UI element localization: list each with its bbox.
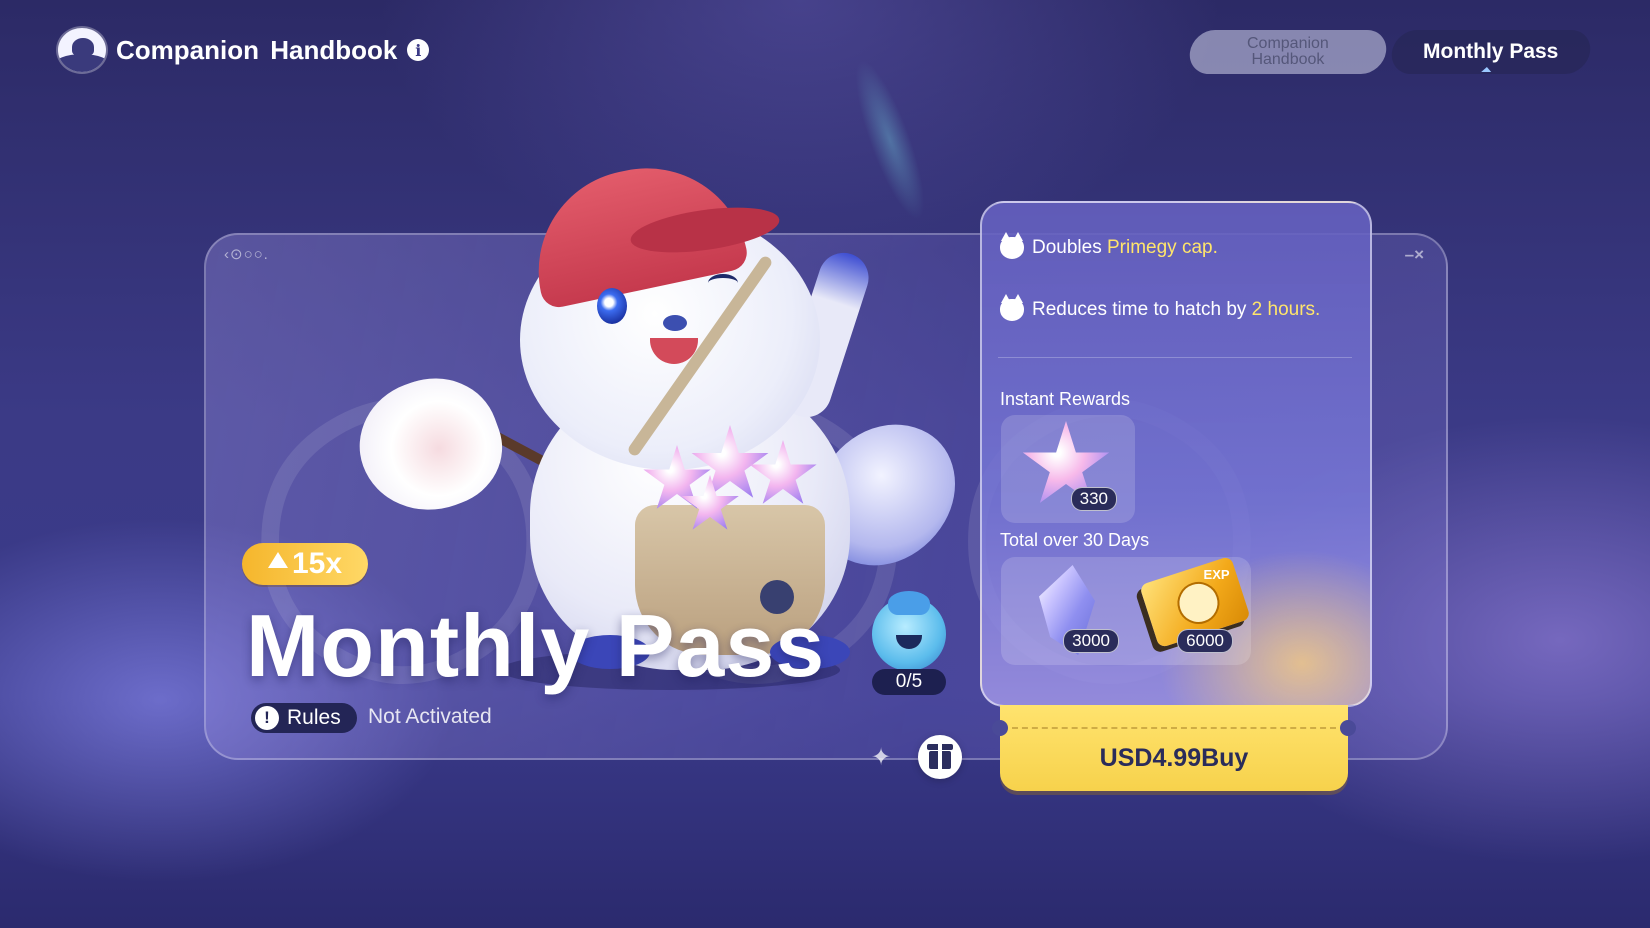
activation-status: Not Activated — [368, 705, 492, 728]
benefits-panel: Doubles Primegy cap. Reduces time to hat… — [980, 201, 1372, 707]
ticket-notch — [992, 720, 1008, 736]
benefit-hatch-time: Reduces time to hatch by 2 hours. — [1000, 294, 1321, 321]
arrow-up-icon — [267, 552, 288, 568]
gift-button[interactable] — [918, 735, 962, 779]
sparkle-icon: ✦ — [871, 744, 892, 771]
reward-item[interactable]: 330 — [1001, 415, 1135, 523]
mascot-nose — [663, 315, 687, 331]
rules-button[interactable]: ! Rules — [251, 703, 357, 733]
reward-quantity: 330 — [1070, 487, 1117, 511]
reward-quantity: 3000 — [1063, 629, 1119, 653]
reward-group: 3000 6000 — [1001, 555, 1251, 665]
buy-button-label: USD4.99Buy — [1099, 743, 1249, 772]
companion-avatar-icon[interactable] — [872, 591, 946, 671]
info-icon[interactable]: i — [407, 39, 430, 61]
ticket-notch — [1340, 720, 1356, 736]
mascot-eye — [597, 288, 627, 324]
app-title-text: Companion Handbook — [116, 34, 398, 65]
rules-button-label: Rules — [287, 706, 341, 729]
instant-rewards-label: Instant Rewards — [1000, 389, 1131, 409]
card-decoration-top-left: ‹⊙○○. — [224, 246, 269, 263]
gift-icon — [927, 744, 953, 769]
total-rewards-label: Total over 30 Days — [1000, 530, 1150, 550]
tab-monthly-pass-label: Monthly Pass — [1423, 40, 1559, 63]
reward-quantity: 6000 — [1177, 629, 1233, 653]
companion-logo-icon — [58, 28, 106, 72]
tab-monthly-pass[interactable]: Monthly Pass — [1388, 30, 1594, 74]
app-title: Companion Handbook i — [58, 28, 430, 72]
multiplier-badge: 15x — [242, 543, 368, 585]
tab-bar: Companion Handbook Monthly Pass — [1186, 30, 1594, 74]
companion-count: 0/5 — [872, 669, 946, 695]
cat-head-icon — [1000, 294, 1024, 321]
card-decoration-top-right: –× — [1404, 245, 1424, 264]
buy-button[interactable]: USD4.99Buy — [1000, 705, 1348, 791]
multiplier-value: 15x — [291, 547, 343, 580]
benefit-primegy: Doubles Primegy cap. — [1000, 232, 1218, 259]
tab-companion-handbook[interactable]: Companion Handbook — [1186, 30, 1390, 74]
benefit-text: Reduces time to hatch by 2 hours. — [1032, 299, 1321, 320]
mascot-wink — [708, 274, 738, 292]
page-title: Monthly Pass — [246, 596, 826, 695]
exclamation-icon: ! — [255, 706, 279, 730]
tab-companion-handbook-label: Companion Handbook — [1247, 35, 1329, 68]
benefit-text: Doubles Primegy cap. — [1032, 237, 1218, 258]
cat-head-icon — [1000, 232, 1024, 259]
panel-divider — [998, 357, 1352, 358]
